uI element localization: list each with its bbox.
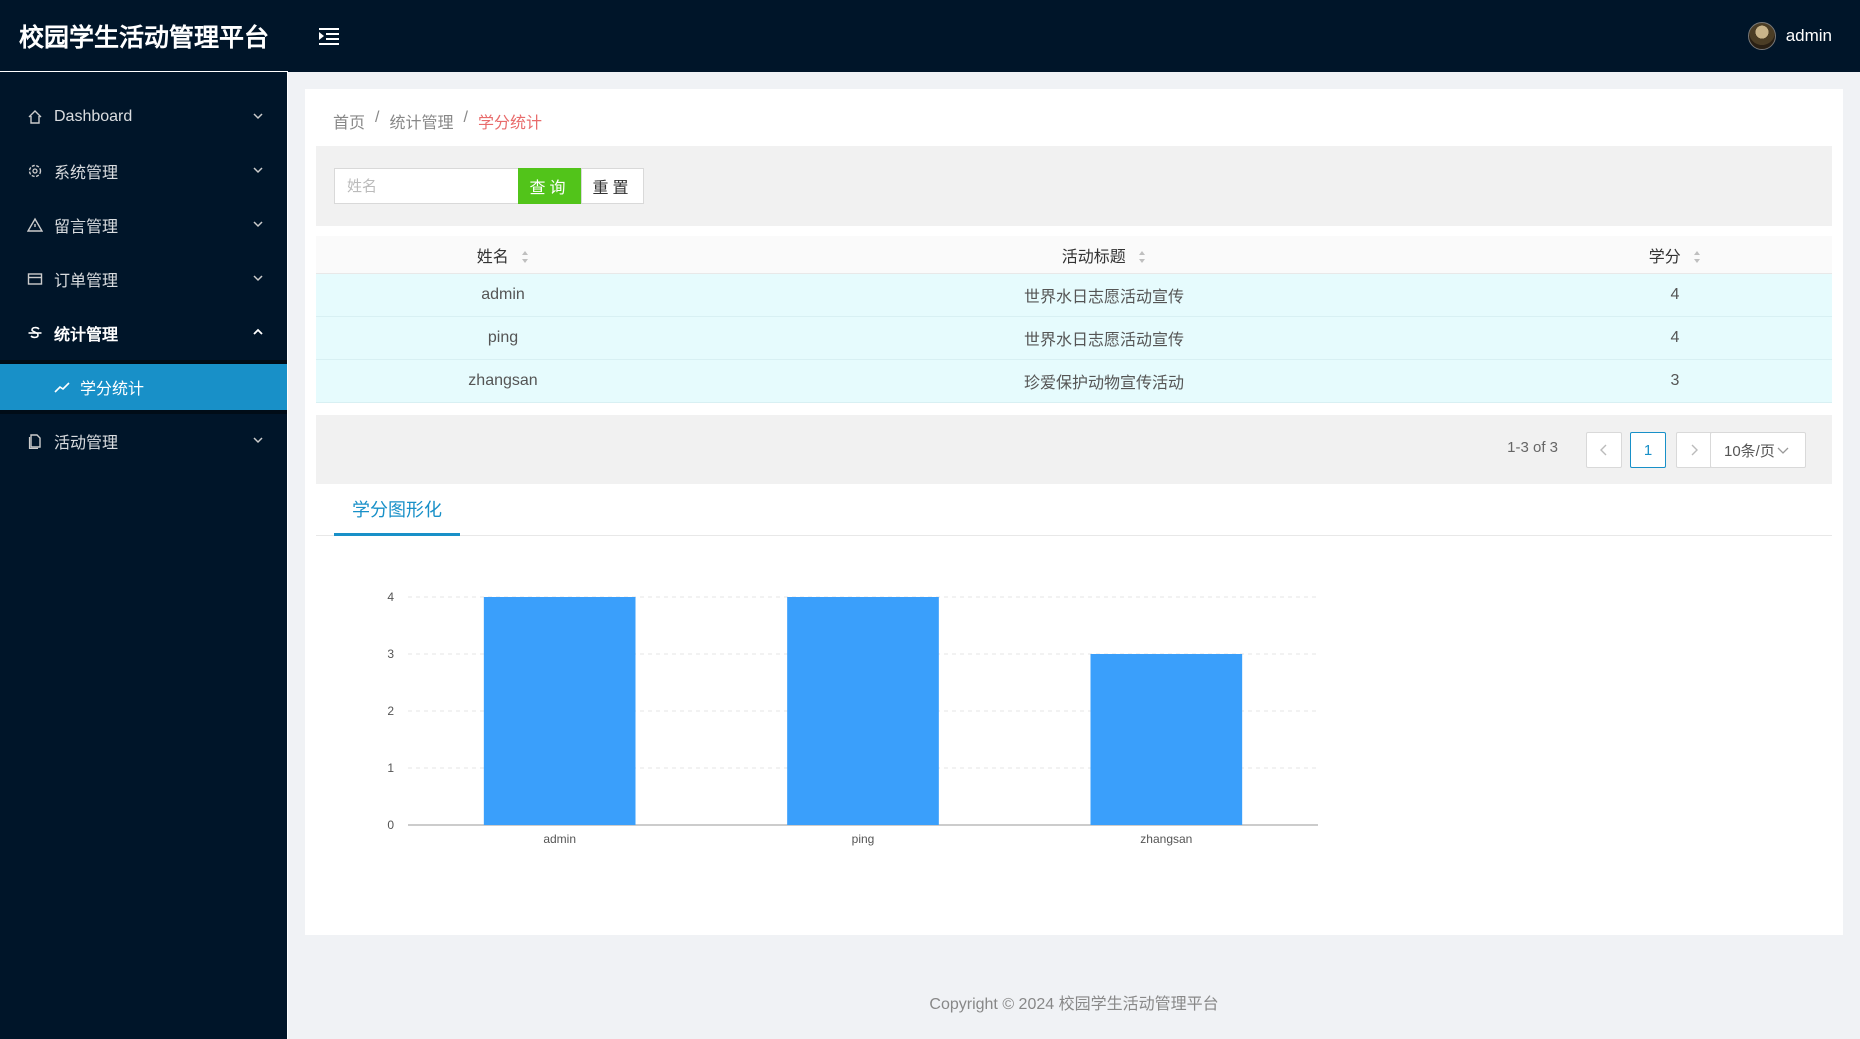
- sidebar-subitem-label: 学分统计: [80, 381, 145, 398]
- tab-credit-chart[interactable]: 学分图形化: [334, 484, 460, 536]
- bar: [787, 597, 939, 825]
- sidebar-item-label: 统计管理: [54, 327, 119, 344]
- sort-icon[interactable]: [521, 250, 529, 264]
- sidebar-item-activities[interactable]: 活动管理: [0, 414, 287, 468]
- credit-table: 姓名 活动标题 学分 admin 世界水日志愿活动宣传 4 ping 世界水日志…: [316, 236, 1832, 403]
- username[interactable]: admin: [1786, 26, 1832, 46]
- line-chart-icon: [54, 379, 70, 395]
- y-tick-label: 4: [387, 590, 394, 604]
- y-tick-label: 1: [387, 761, 394, 775]
- x-tick-label: admin: [543, 832, 576, 846]
- sidebar: Dashboard 系统管理 留言管理 订单管理 统计管理 学分统计 活动管理: [0, 72, 288, 1039]
- cell-title: 世界水日志愿活动宣传: [1023, 289, 1184, 306]
- warning-icon: [26, 216, 44, 234]
- cell-credit: 4: [1670, 286, 1680, 303]
- home-icon: [26, 108, 44, 126]
- sidebar-item-label: 订单管理: [54, 273, 119, 290]
- user-menu[interactable]: admin: [1747, 0, 1832, 72]
- search-bar: 查询 重置: [316, 146, 1832, 226]
- gear-icon: [26, 162, 44, 180]
- chevron-up-icon: [253, 328, 263, 335]
- table-row[interactable]: ping 世界水日志愿活动宣传 4: [316, 317, 1832, 360]
- sort-icon[interactable]: [1693, 250, 1701, 264]
- sidebar-item-messages[interactable]: 留言管理: [0, 198, 287, 252]
- chevron-right-icon: [1691, 444, 1698, 456]
- cell-name: admin: [481, 286, 525, 303]
- sidebar-item-system[interactable]: 系统管理: [0, 144, 287, 198]
- cell-title: 珍爱保护动物宣传活动: [1023, 375, 1184, 392]
- sidebar-item-label: 系统管理: [54, 165, 119, 182]
- column-header-title[interactable]: 活动标题: [690, 243, 1518, 267]
- chevron-down-icon: [253, 437, 263, 444]
- cell-title: 世界水日志愿活动宣传: [1023, 332, 1184, 349]
- breadcrumb-separator: /: [375, 109, 380, 126]
- name-search-input[interactable]: [334, 168, 518, 204]
- cell-credit: 3: [1670, 372, 1680, 389]
- reset-button[interactable]: 重置: [581, 168, 644, 204]
- y-tick-label: 3: [387, 647, 394, 661]
- breadcrumb: 首页 / 统计管理 / 学分统计: [333, 109, 542, 133]
- page-size-select[interactable]: 10条/页: [1710, 432, 1806, 468]
- chevron-down-icon: [253, 113, 263, 120]
- sidebar-item-label: 留言管理: [54, 219, 119, 236]
- sidebar-item-dashboard[interactable]: Dashboard: [0, 90, 287, 144]
- document-icon: [26, 432, 44, 450]
- breadcrumb-current: 学分统计: [477, 115, 542, 132]
- sidebar-item-label: Dashboard: [54, 108, 133, 125]
- table-header: 姓名 活动标题 学分: [316, 236, 1832, 274]
- pagination-total: 1-3 of 3: [1507, 439, 1558, 456]
- column-header-name[interactable]: 姓名: [316, 243, 690, 267]
- top-header: 校园学生活动管理平台 admin: [0, 0, 1860, 72]
- chevron-down-icon: [253, 167, 263, 174]
- menu-fold-icon[interactable]: [316, 23, 342, 49]
- breadcrumb-parent[interactable]: 统计管理: [389, 109, 453, 133]
- cell-name: ping: [487, 329, 519, 346]
- chevron-down-icon: [253, 221, 263, 228]
- breadcrumb-home[interactable]: 首页: [333, 109, 365, 133]
- strikethrough-icon: [26, 324, 44, 342]
- chevron-down-icon: [1777, 447, 1789, 454]
- cell-name: zhangsan: [468, 372, 538, 389]
- avatar[interactable]: [1747, 22, 1776, 50]
- table-row[interactable]: admin 世界水日志愿活动宣传 4: [316, 274, 1832, 317]
- x-tick-label: ping: [852, 832, 875, 846]
- main-content: 首页 / 统计管理 / 学分统计 查询 重置 姓名 活动标题 学分 admin: [305, 89, 1843, 935]
- breadcrumb-separator: /: [463, 109, 468, 126]
- cell-credit: 4: [1670, 329, 1680, 346]
- table-row[interactable]: zhangsan 珍爱保护动物宣传活动 3: [316, 360, 1832, 403]
- pagination: 1-3 of 3 1 10条/页: [316, 415, 1832, 484]
- sidebar-item-label: 活动管理: [54, 435, 119, 452]
- chart-tabs: 学分图形化: [316, 484, 1832, 536]
- credit-bar-chart: 0 1 2 3 4 admin ping zhangsan: [387, 590, 1318, 846]
- y-tick-label: 0: [387, 818, 394, 832]
- bar: [483, 597, 636, 825]
- page-number-button[interactable]: 1: [1630, 432, 1666, 468]
- query-button[interactable]: 查询: [518, 168, 581, 204]
- page-size-value: 10条/页: [1724, 442, 1775, 460]
- sidebar-item-orders[interactable]: 订单管理: [0, 252, 287, 306]
- card-icon: [26, 270, 44, 288]
- y-tick-label: 2: [387, 704, 394, 718]
- sort-icon[interactable]: [1138, 250, 1146, 264]
- chevron-left-icon: [1600, 444, 1607, 456]
- chevron-down-icon: [253, 275, 263, 282]
- bar: [1090, 654, 1243, 825]
- footer-copyright: Copyright © 2024 校园学生活动管理平台: [929, 996, 1219, 1013]
- statistics-submenu: 学分统计: [0, 360, 287, 414]
- x-tick-label: zhangsan: [1140, 832, 1192, 846]
- prev-page-button[interactable]: [1586, 432, 1622, 468]
- next-page-button[interactable]: [1676, 432, 1712, 468]
- sidebar-item-statistics[interactable]: 统计管理: [0, 306, 287, 360]
- app-title: 校园学生活动管理平台: [0, 0, 288, 72]
- column-header-credit[interactable]: 学分: [1518, 243, 1832, 267]
- sidebar-item-credit-stats[interactable]: 学分统计: [0, 364, 287, 410]
